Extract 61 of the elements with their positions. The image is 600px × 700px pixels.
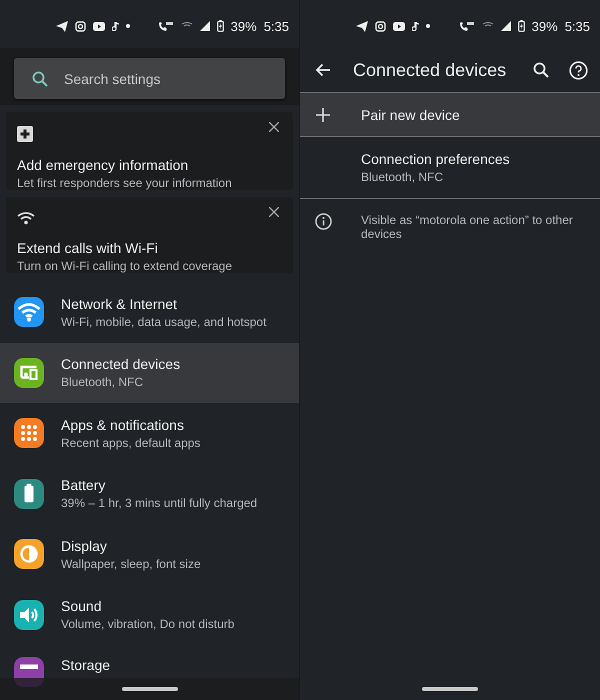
close-icon[interactable]	[269, 205, 279, 220]
suggestion-card[interactable]: Extend calls with Wi-Fi Turn on Wi-Fi calling to extend coverage	[6, 197, 293, 273]
settings-item[interactable]: Battery 39% – 1 hr, 3 mins until fully charged	[0, 464, 299, 524]
play-icon	[393, 22, 405, 30]
item-subtitle: Wi-Fi, mobile, data usage, and hotspot	[61, 314, 266, 329]
item-title: Battery	[61, 477, 106, 494]
close-icon[interactable]	[269, 120, 279, 135]
info-icon	[315, 213, 332, 230]
send-icon	[56, 20, 68, 32]
suggestion-card[interactable]: Add emergency information Let first responders see your information	[6, 112, 293, 190]
dot-icon	[426, 24, 430, 28]
call-lte-icon	[158, 20, 174, 32]
menu-item[interactable]: Connection preferences Bluetooth, NFC	[300, 137, 600, 198]
menu-item[interactable]: Pair new device	[300, 92, 600, 137]
item-subtitle: Recent apps, default apps	[61, 436, 200, 450]
item-subtitle: Bluetooth, NFC	[61, 375, 144, 390]
music-note-icon	[412, 22, 419, 30]
clock: 5:35	[564, 18, 590, 34]
gesture-handle[interactable]	[422, 687, 478, 691]
battery-icon	[216, 20, 224, 32]
dot-icon	[126, 24, 130, 28]
clock: 5:35	[264, 18, 289, 34]
camera-icon	[75, 20, 86, 32]
play-icon	[93, 22, 105, 30]
item-subtitle: 39% – 1 hr, 3 mins until fully charged	[61, 496, 258, 510]
signal-icon	[200, 21, 210, 31]
settings-item[interactable]: Network & Internet Wi-Fi, mobile, data usage, and hotspot	[0, 282, 299, 342]
search-field[interactable]: Search settings	[14, 58, 285, 99]
camera-icon	[375, 20, 386, 32]
plus-icon	[316, 108, 330, 122]
card-subtitle: Turn on Wi-Fi calling to extend coverage	[17, 259, 233, 273]
wifi-icon	[17, 211, 35, 225]
item-subtitle: Wallpaper, sleep, font size	[61, 556, 201, 571]
settings-item[interactable]: Display Wallpaper, sleep, font size	[0, 524, 299, 584]
help-icon[interactable]	[569, 60, 588, 80]
search-icon[interactable]	[533, 62, 549, 78]
card-subtitle: Let first responders see your information	[17, 176, 233, 190]
item-title: Apps & notifications	[61, 416, 185, 433]
medical-cross-icon	[17, 126, 33, 142]
item-title: Network & Internet	[61, 296, 178, 312]
page-title: Connected devices	[353, 60, 508, 80]
item-title: Sound	[61, 598, 102, 614]
card-title: Extend calls with Wi-Fi	[17, 240, 159, 256]
visibility-note: Visible as “motorola one action” to other devices	[361, 213, 574, 241]
item-title: Connected devices	[61, 356, 180, 372]
gesture-handle[interactable]	[122, 687, 178, 691]
item-title: Storage	[61, 657, 110, 673]
music-note-icon	[112, 22, 119, 30]
battery-percent: 39%	[532, 18, 558, 34]
item-subtitle: Volume, vibration, Do not disturb	[61, 617, 234, 632]
settings-item[interactable]: Sound Volume, vibration, Do not disturb	[0, 584, 299, 645]
signal-icon	[500, 21, 511, 31]
battery-icon	[518, 20, 525, 32]
card-title: Add emergency information	[17, 157, 190, 173]
battery-percent: 39%	[230, 18, 257, 34]
send-icon	[356, 20, 368, 32]
settings-item[interactable]: Connected devices Bluetooth, NFC	[0, 342, 299, 403]
item-title: Display	[61, 538, 108, 554]
call-lte-icon	[458, 20, 475, 32]
settings-item[interactable]: Apps & notifications Recent apps, default apps	[0, 403, 299, 464]
back-icon[interactable]	[315, 63, 331, 77]
